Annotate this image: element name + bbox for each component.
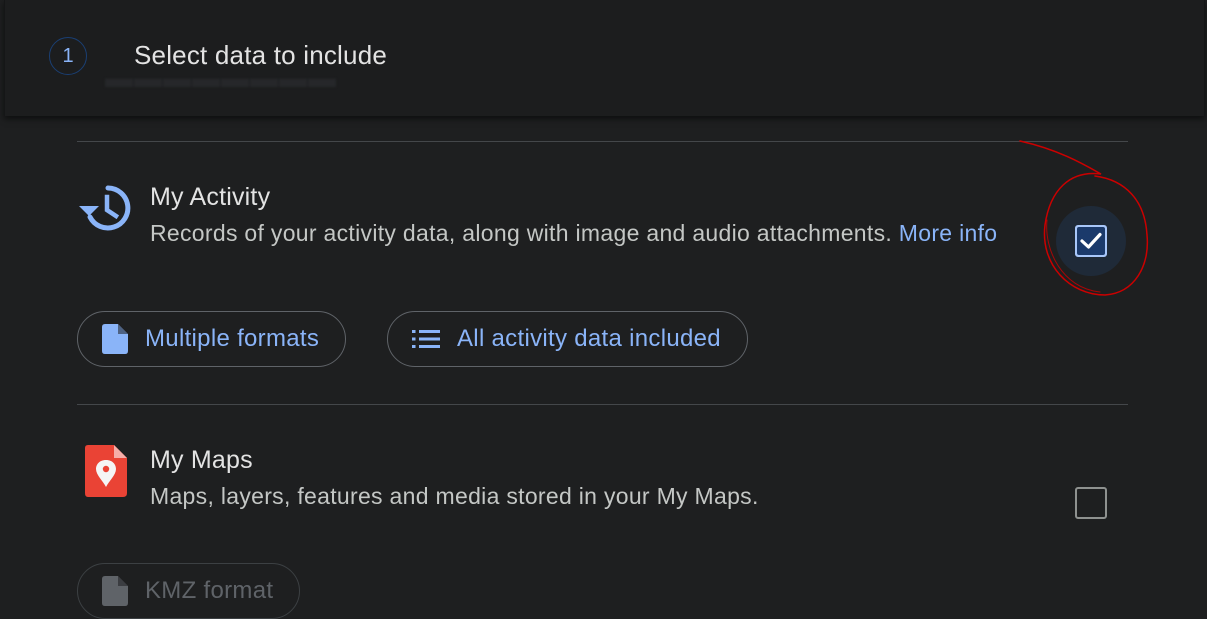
file-icon bbox=[102, 324, 128, 354]
product-name: My Maps bbox=[150, 446, 253, 474]
kmz-format-chip: KMZ format bbox=[77, 563, 301, 619]
multiple-formats-chip[interactable]: Multiple formats bbox=[77, 311, 347, 367]
my-maps-icon bbox=[85, 445, 127, 502]
history-icon bbox=[78, 183, 132, 238]
product-name: My Activity bbox=[150, 183, 271, 211]
include-my-activity-checkbox[interactable] bbox=[1075, 225, 1107, 257]
list-icon bbox=[412, 330, 440, 348]
chip-label: KMZ format bbox=[145, 577, 274, 604]
checkbox-fill bbox=[1077, 227, 1105, 255]
activity-data-chip[interactable]: All activity data included bbox=[387, 311, 748, 367]
takeout-page: ▬▬▬▬▬▬▬▬ 1 Select data to include My Act… bbox=[0, 0, 1207, 619]
include-my-maps-checkbox[interactable] bbox=[1075, 487, 1107, 519]
more-info-link[interactable]: More info bbox=[899, 220, 998, 246]
product-description: Maps, layers, features and media stored … bbox=[150, 478, 1050, 514]
step-title: Select data to include bbox=[134, 40, 388, 70]
checkbox-focus-ring bbox=[1056, 206, 1126, 276]
check-icon bbox=[1080, 232, 1102, 249]
description-text: Records of your activity data, along wit… bbox=[150, 220, 893, 246]
divider bbox=[77, 141, 1128, 142]
chip-label: All activity data included bbox=[457, 325, 721, 352]
chip-label: Multiple formats bbox=[145, 325, 320, 352]
step-number-badge: 1 bbox=[49, 37, 87, 75]
product-description: Records of your activity data, along wit… bbox=[150, 215, 1050, 251]
description-text: Maps, layers, features and media stored … bbox=[150, 483, 759, 509]
step-header: ▬▬▬▬▬▬▬▬ 1 Select data to include bbox=[4, 0, 1205, 116]
checkbox-container bbox=[1056, 468, 1126, 538]
file-icon bbox=[102, 576, 128, 606]
divider bbox=[77, 404, 1128, 405]
